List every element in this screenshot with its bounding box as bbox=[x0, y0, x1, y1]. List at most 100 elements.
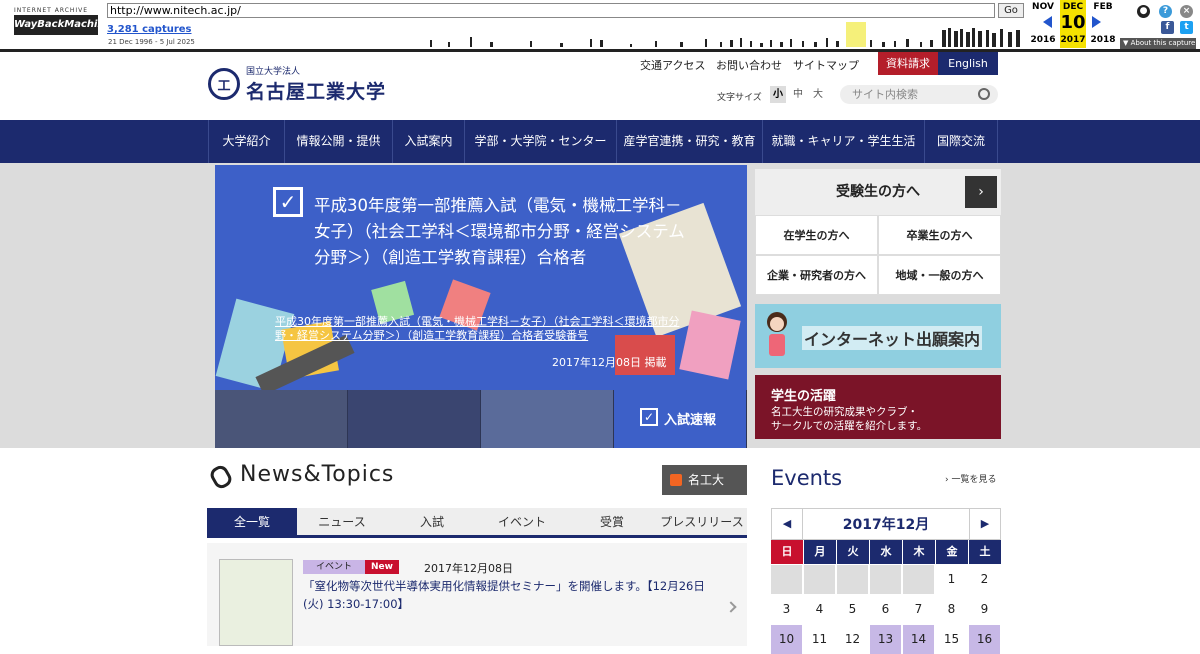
wayback-date-range: 21 Dec 1996 - 5 Jul 2025 bbox=[108, 38, 195, 46]
calendar-prev-icon[interactable]: ◀ bbox=[771, 508, 803, 540]
calendar-day[interactable]: 6 bbox=[870, 595, 901, 624]
site-search-input[interactable]: サイト内検索 bbox=[840, 85, 998, 104]
calendar-day[interactable]: 13 bbox=[870, 625, 901, 654]
twitter-icon[interactable]: t bbox=[1180, 21, 1193, 34]
news-item[interactable]: イベント New 2017年12月08日 「窒化物等次世代半導体実用化情報提供セ… bbox=[207, 543, 747, 646]
wayback-next-year[interactable]: 2018 bbox=[1088, 35, 1118, 45]
calendar-day[interactable]: 2 bbox=[969, 565, 1000, 594]
calendar-weekday: 土 bbox=[969, 540, 1001, 564]
font-size-small[interactable]: 小 bbox=[770, 86, 786, 103]
calendar-day bbox=[804, 565, 835, 594]
logo-name: 名古屋工業大学 bbox=[246, 81, 387, 103]
font-size-medium[interactable]: 中 bbox=[790, 86, 806, 103]
news-title[interactable]: 「窒化物等次世代半導体実用化情報提供セミナー」を開催します。【12月26日(火)… bbox=[303, 577, 723, 613]
nav-about[interactable]: 大学紹介 bbox=[208, 120, 284, 163]
request-materials-button[interactable]: 資料請求 bbox=[878, 52, 938, 75]
nav-career[interactable]: 就職・キャリア・学生生活 bbox=[762, 120, 924, 163]
calendar-day[interactable]: 14 bbox=[903, 625, 934, 654]
slide-thumbnails: ✓ 入試速報 bbox=[215, 390, 747, 448]
calendar-day[interactable]: 1 bbox=[936, 565, 967, 594]
wayback-prev-arrow-icon[interactable] bbox=[1043, 16, 1052, 28]
calendar-day[interactable]: 10 bbox=[771, 625, 802, 654]
contact-link[interactable]: お問い合わせ bbox=[716, 57, 782, 73]
access-link[interactable]: 交通アクセス bbox=[640, 57, 705, 73]
nav-research[interactable]: 産学官連携・研究・教育 bbox=[616, 120, 762, 163]
wayback-logo-main: WayBackMachine bbox=[14, 15, 111, 35]
wayback-toolbar: INTERNET ARCHIVE WayBackMachine http://w… bbox=[0, 0, 1200, 52]
slide-thumb-3[interactable] bbox=[481, 390, 613, 448]
calendar-day[interactable]: 3 bbox=[771, 595, 802, 624]
tab-awards[interactable]: 受賞 bbox=[567, 508, 657, 536]
new-badge: New bbox=[365, 560, 399, 574]
rss-icon bbox=[670, 474, 682, 486]
wayback-cur-year: 2017 bbox=[1060, 35, 1086, 45]
calendar-day[interactable]: 11 bbox=[804, 625, 835, 654]
nav-disclosure[interactable]: 情報公開・提供 bbox=[284, 120, 392, 163]
nav-international[interactable]: 国際交流 bbox=[924, 120, 998, 163]
tab-news[interactable]: ニュース bbox=[297, 508, 387, 536]
wayback-prev-month[interactable]: NOV bbox=[1028, 2, 1058, 12]
wayback-about-capture[interactable]: ▼ About this capture bbox=[1120, 38, 1196, 49]
calendar-day[interactable]: 16 bbox=[969, 625, 1000, 654]
wayback-captures-link[interactable]: 3,281 captures bbox=[107, 24, 192, 35]
facebook-icon[interactable]: f bbox=[1161, 21, 1174, 34]
tab-admissions[interactable]: 入試 bbox=[387, 508, 477, 536]
wayback-sparkline[interactable] bbox=[430, 22, 1026, 47]
wayback-next-month[interactable]: FEB bbox=[1088, 2, 1118, 12]
calendar-day[interactable]: 15 bbox=[936, 625, 967, 654]
calendar-day bbox=[870, 565, 901, 594]
font-size-large[interactable]: 大 bbox=[810, 86, 826, 103]
slide-thumb-2[interactable] bbox=[348, 390, 480, 448]
audience-menu: 受験生の方へ › 在学生の方へ 卒業生の方へ 企業・研究者の方へ 地域・一般の方… bbox=[755, 169, 1001, 295]
calendar-day[interactable]: 9 bbox=[969, 595, 1000, 624]
calendar-day bbox=[903, 565, 934, 594]
companies-link[interactable]: 企業・研究者の方へ bbox=[755, 255, 878, 295]
wayback-next-arrow-icon[interactable] bbox=[1092, 16, 1101, 28]
wayback-go-button[interactable]: Go bbox=[998, 3, 1024, 18]
slide-thumb-1[interactable] bbox=[215, 390, 347, 448]
rss-button[interactable]: 名工大RSS bbox=[662, 465, 747, 517]
hero-slide[interactable]: ✓ 平成30年度第一部推薦入試（電気・機械工学科－女子）（社会工学科＜環境都市分… bbox=[215, 165, 747, 390]
user-icon[interactable]: ● bbox=[1137, 5, 1150, 18]
tab-all[interactable]: 全一覧 bbox=[207, 508, 297, 536]
wayback-logo[interactable]: INTERNET ARCHIVE WayBackMachine bbox=[14, 7, 111, 35]
global-nav: 大学紹介 情報公開・提供 入試案内 学部・大学院・センター 産学官連携・研究・教… bbox=[0, 120, 1200, 163]
sitemap-link[interactable]: サイトマップ bbox=[793, 57, 859, 73]
current-students-link[interactable]: 在学生の方へ bbox=[755, 215, 878, 255]
calendar-day bbox=[837, 565, 868, 594]
search-icon[interactable] bbox=[978, 88, 990, 100]
internet-application-banner[interactable]: インターネット出願案内 bbox=[755, 304, 1001, 368]
calendar-day[interactable]: 4 bbox=[804, 595, 835, 624]
wayback-cur-month: DEC bbox=[1062, 2, 1084, 12]
calendar-weekday: 日 bbox=[771, 540, 803, 564]
calendar-day[interactable]: 5 bbox=[837, 595, 868, 624]
chevron-right-icon[interactable]: › bbox=[965, 176, 997, 208]
tab-press[interactable]: プレスリリース bbox=[657, 508, 747, 536]
wayback-url-input[interactable]: http://www.nitech.ac.jp/ bbox=[107, 3, 995, 18]
hero-link[interactable]: 平成30年度第一部推薦入試（電気・機械工学科－女子）（社会工学科＜環境都市分野・… bbox=[275, 315, 687, 343]
internet-application-label: インターネット出願案内 bbox=[802, 326, 983, 350]
site-logo[interactable]: 工 国立大学法人 名古屋工業大学 bbox=[208, 64, 386, 104]
hero-stage: ✓ 平成30年度第一部推薦入試（電気・機械工学科－女子）（社会工学科＜環境都市分… bbox=[0, 163, 1200, 448]
calendar-day[interactable]: 12 bbox=[837, 625, 868, 654]
english-button[interactable]: English bbox=[938, 52, 998, 75]
calendar-weekday: 火 bbox=[837, 540, 869, 564]
tab-events[interactable]: イベント bbox=[477, 508, 567, 536]
calendar-next-icon[interactable]: ▶ bbox=[969, 508, 1001, 540]
hero-check-icon: ✓ bbox=[273, 187, 303, 217]
community-link[interactable]: 地域・一般の方へ bbox=[878, 255, 1001, 295]
alumni-link[interactable]: 卒業生の方へ bbox=[878, 215, 1001, 255]
wayback-prev-year[interactable]: 2016 bbox=[1028, 35, 1058, 45]
help-icon[interactable]: ? bbox=[1159, 5, 1172, 18]
calendar-weekday: 木 bbox=[903, 540, 935, 564]
calendar-day[interactable]: 7 bbox=[903, 595, 934, 624]
student-activities-banner[interactable]: 学生の活躍 名工大生の研究成果やクラブ・ サークルでの活躍を紹介します。 bbox=[755, 375, 1001, 439]
nav-admissions[interactable]: 入試案内 bbox=[392, 120, 464, 163]
university-emblem-icon: 工 bbox=[208, 68, 240, 100]
calendar-day[interactable]: 8 bbox=[936, 595, 967, 624]
slide-thumb-4[interactable]: ✓ 入試速報 bbox=[614, 390, 746, 448]
news-section: News&Topics 名工大RSS 全一覧 ニュース 入試 イベント 受賞 プ… bbox=[0, 448, 1200, 654]
nav-faculties[interactable]: 学部・大学院・センター bbox=[464, 120, 616, 163]
events-more-link[interactable]: › 一覧を見る bbox=[945, 472, 996, 485]
close-icon[interactable]: × bbox=[1180, 5, 1193, 18]
